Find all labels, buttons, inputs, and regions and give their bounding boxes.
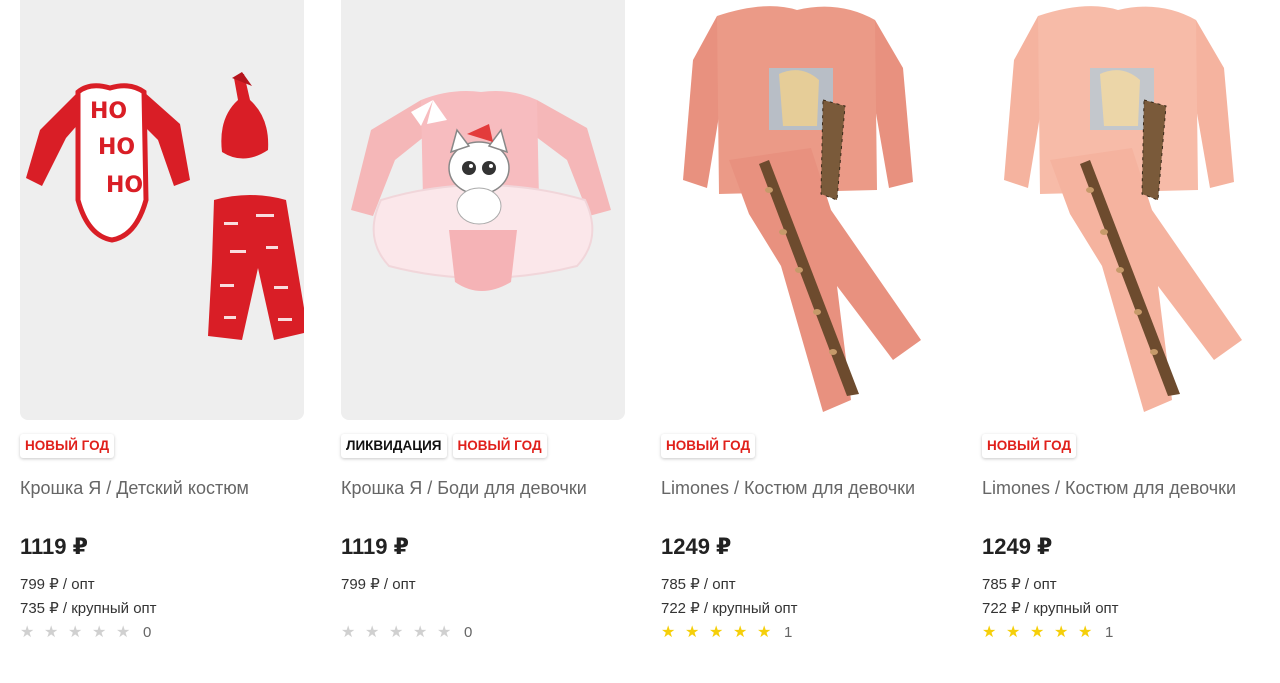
- product-title[interactable]: Limones / Костюм для девочки: [982, 478, 1280, 499]
- baby-set-image: HO HO HO: [26, 72, 304, 340]
- review-count: 1: [784, 624, 793, 641]
- star-icon[interactable]: ★: [709, 624, 733, 642]
- star-icon[interactable]: ★: [116, 624, 140, 642]
- star-icon[interactable]: ★: [685, 624, 709, 642]
- wholesale-price: 785 ₽ / опт: [661, 576, 736, 593]
- product-badges: НОВЫЙ ГОД: [982, 434, 1077, 458]
- svg-text:HO: HO: [106, 173, 143, 198]
- product-image[interactable]: HO HO HO: [20, 0, 304, 420]
- star-icon[interactable]: ★: [413, 624, 437, 642]
- new-year-badge: НОВЫЙ ГОД: [452, 434, 547, 458]
- star-icon[interactable]: ★: [1030, 624, 1054, 642]
- rating-stars: ★ ★ ★ ★ ★ 0: [20, 624, 151, 642]
- product-card[interactable]: HO HO HO НОВЫЙ ГОД Крошка Я / Детский ко…: [20, 0, 304, 683]
- new-year-badge: НОВЫЙ ГОД: [661, 434, 756, 458]
- product-image[interactable]: [341, 0, 625, 420]
- star-icon[interactable]: ★: [44, 624, 68, 642]
- star-icon[interactable]: ★: [365, 624, 389, 642]
- rating-stars: ★ ★ ★ ★ ★ 0: [341, 624, 472, 642]
- tracksuit-image: [683, 6, 921, 412]
- product-grid: HO HO HO НОВЫЙ ГОД Крошка Я / Детский ко…: [0, 0, 1280, 683]
- bulk-wholesale-price: 735 ₽ / крупный опт: [20, 600, 157, 617]
- product-badges: НОВЫЙ ГОД: [20, 434, 115, 458]
- star-icon[interactable]: ★: [733, 624, 757, 642]
- wholesale-price: 799 ₽ / опт: [341, 576, 416, 593]
- star-icon[interactable]: ★: [341, 624, 365, 642]
- star-icon[interactable]: ★: [20, 624, 44, 642]
- new-year-badge: НОВЫЙ ГОД: [20, 434, 115, 458]
- tracksuit-image: [1004, 6, 1242, 412]
- star-icon[interactable]: ★: [1078, 624, 1102, 642]
- product-title[interactable]: Limones / Костюм для девочки: [661, 478, 961, 499]
- product-title[interactable]: Крошка Я / Детский костюм: [20, 478, 320, 499]
- star-icon[interactable]: ★: [437, 624, 461, 642]
- star-icon[interactable]: ★: [1054, 624, 1078, 642]
- product-badges: НОВЫЙ ГОД: [661, 434, 756, 458]
- product-card[interactable]: НОВЫЙ ГОД Limones / Костюм для девочки 1…: [661, 0, 945, 683]
- new-year-badge: НОВЫЙ ГОД: [982, 434, 1077, 458]
- product-title[interactable]: Крошка Я / Боди для девочки: [341, 478, 641, 499]
- bodysuit-image: [351, 91, 611, 291]
- svg-text:HO: HO: [90, 99, 127, 124]
- star-icon[interactable]: ★: [757, 624, 781, 642]
- star-icon[interactable]: ★: [982, 624, 1006, 642]
- wholesale-price: 785 ₽ / опт: [982, 576, 1057, 593]
- star-icon[interactable]: ★: [389, 624, 413, 642]
- review-count: 1: [1105, 624, 1114, 641]
- star-icon[interactable]: ★: [68, 624, 92, 642]
- star-icon[interactable]: ★: [92, 624, 116, 642]
- bulk-wholesale-price: 722 ₽ / крупный опт: [661, 600, 798, 617]
- product-card[interactable]: ЛИКВИДАЦИЯ НОВЫЙ ГОД Крошка Я / Боди для…: [341, 0, 625, 683]
- review-count: 0: [143, 624, 152, 641]
- svg-text:HO: HO: [98, 135, 135, 160]
- bulk-wholesale-price: 722 ₽ / крупный опт: [982, 600, 1119, 617]
- product-card[interactable]: НОВЫЙ ГОД Limones / Костюм для девочки 1…: [982, 0, 1266, 683]
- product-price: 1249 ₽: [982, 534, 1053, 559]
- product-image[interactable]: [982, 0, 1266, 420]
- star-icon[interactable]: ★: [1006, 624, 1030, 642]
- product-price: 1249 ₽: [661, 534, 732, 559]
- wholesale-price: 799 ₽ / опт: [20, 576, 95, 593]
- product-badges: ЛИКВИДАЦИЯ НОВЫЙ ГОД: [341, 434, 547, 458]
- review-count: 0: [464, 624, 473, 641]
- product-price: 1119 ₽: [20, 534, 88, 559]
- product-image[interactable]: [661, 0, 945, 420]
- star-icon[interactable]: ★: [661, 624, 685, 642]
- rating-stars: ★ ★ ★ ★ ★ 1: [661, 624, 792, 642]
- rating-stars: ★ ★ ★ ★ ★ 1: [982, 624, 1113, 642]
- product-price: 1119 ₽: [341, 534, 409, 559]
- liquidation-badge: ЛИКВИДАЦИЯ: [341, 434, 447, 458]
